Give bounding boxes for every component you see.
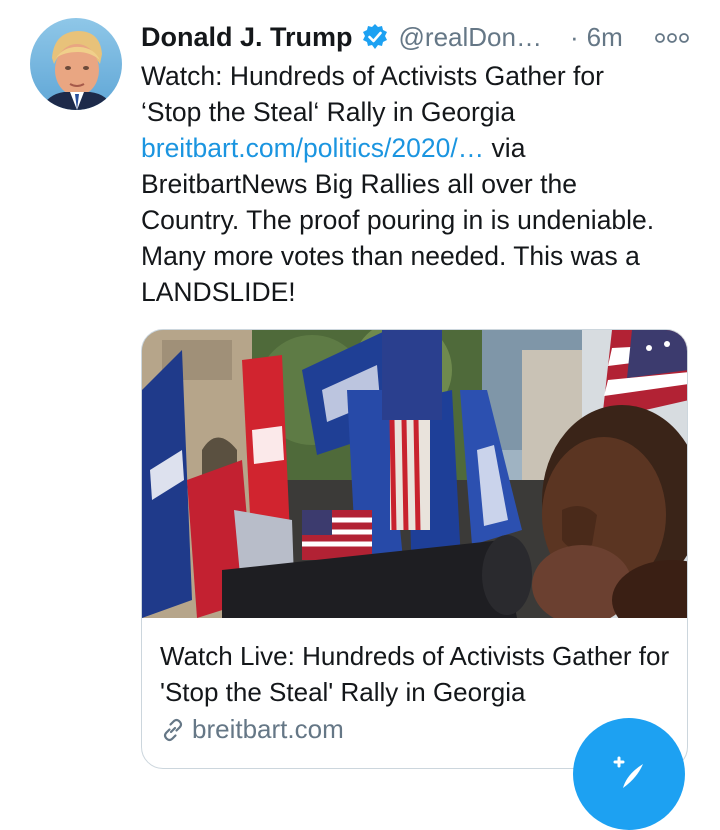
- tweet-text-line: Country. The proof pouring in is undenia…: [141, 205, 655, 235]
- avatar[interactable]: [30, 18, 122, 110]
- compose-tweet-button[interactable]: [573, 718, 685, 830]
- tweet-text-line: LANDSLIDE!: [141, 277, 296, 307]
- tweet[interactable]: Donald J. Trump @realDon… · 6m Watch: Hu…: [0, 0, 720, 830]
- author-handle[interactable]: @realDon…: [399, 22, 542, 53]
- tweet-text-via: via: [484, 133, 526, 163]
- compose-tweet-icon: [609, 754, 649, 794]
- tweet-text-line: ‘Stop the Steal‘ Rally in Georgia: [141, 97, 516, 127]
- card-domain[interactable]: breitbart.com: [160, 714, 344, 745]
- card-title[interactable]: Watch Live: Hundreds of Activists Gather…: [160, 638, 675, 710]
- tweet-text-line: Many more votes than needed. This was a: [141, 241, 640, 271]
- tweet-header: Donald J. Trump @realDon… · 6m: [141, 20, 701, 54]
- link-icon: [160, 717, 186, 743]
- card-domain-text[interactable]: breitbart.com: [192, 714, 344, 745]
- author-name[interactable]: Donald J. Trump: [141, 22, 353, 53]
- link-preview-card[interactable]: Watch Live: Hundreds of Activists Gather…: [141, 329, 688, 769]
- card-image[interactable]: [142, 330, 687, 640]
- tweet-text-line: BreitbartNews Big Rallies all over the: [141, 169, 577, 199]
- tweet-link[interactable]: breitbart.com/politics/2020/…: [141, 133, 484, 163]
- timestamp[interactable]: 6m: [587, 22, 623, 53]
- tweet-text-line: Watch: Hundreds of Activists Gather for: [141, 61, 604, 91]
- more-options-icon[interactable]: [655, 31, 689, 43]
- tweet-text: Watch: Hundreds of Activists Gather for …: [141, 58, 701, 310]
- separator-dot: ·: [569, 21, 579, 52]
- tweet-text-line: breitbart.com/politics/2020/… via: [141, 130, 701, 166]
- verified-badge-icon: [361, 23, 389, 51]
